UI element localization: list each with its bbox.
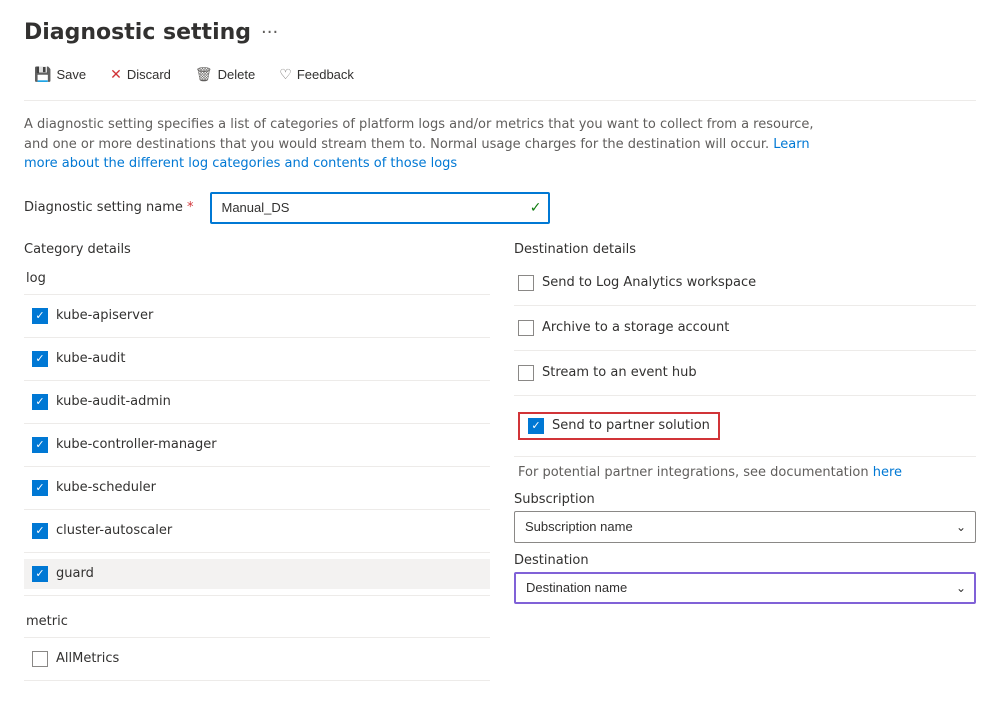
partner-solution-label: Send to partner solution <box>552 418 710 433</box>
description-text: A diagnostic setting specifies a list of… <box>24 115 824 174</box>
toolbar: 💾 Save ✕ Discard 🗑 Delete ♡ Feedback <box>24 61 976 101</box>
list-item[interactable]: cluster-autoscaler <box>24 516 490 546</box>
list-item[interactable]: kube-audit-admin <box>24 387 490 417</box>
save-icon: 💾 <box>34 66 51 83</box>
log-analytics-label: Send to Log Analytics workspace <box>542 275 756 290</box>
subscription-dropdown-wrapper: Subscription name ⌄ <box>514 511 976 543</box>
archive-storage-row[interactable]: Archive to a storage account <box>514 312 976 344</box>
partner-solution-checkbox[interactable] <box>528 418 544 434</box>
kube-audit-admin-checkbox[interactable] <box>32 394 48 410</box>
send-log-analytics-row[interactable]: Send to Log Analytics workspace <box>514 267 976 299</box>
save-button[interactable]: 💾 Save <box>24 61 96 88</box>
kube-controller-manager-checkbox[interactable] <box>32 437 48 453</box>
partner-solution-box: Send to partner solution <box>518 412 720 440</box>
more-options-button[interactable]: ··· <box>261 22 278 43</box>
cluster-autoscaler-label: cluster-autoscaler <box>56 523 172 538</box>
event-hub-checkbox[interactable] <box>518 365 534 381</box>
destination-dropdown[interactable]: Destination name <box>514 572 976 604</box>
discard-icon: ✕ <box>110 66 122 83</box>
guard-checkbox[interactable] <box>32 566 48 582</box>
send-partner-solution-row[interactable]: Send to partner solution <box>514 402 976 450</box>
feedback-button[interactable]: ♡ Feedback <box>269 61 364 88</box>
category-details-panel: Category details log kube-apiserver kube… <box>24 242 514 687</box>
destination-details-panel: Destination details Send to Log Analytic… <box>514 242 976 687</box>
kube-scheduler-checkbox[interactable] <box>32 480 48 496</box>
learn-more-link[interactable]: Learn more about the different log categ… <box>24 137 810 172</box>
destination-dropdown-wrapper: Destination name ⌄ <box>514 572 976 604</box>
destination-details-title: Destination details <box>514 242 976 257</box>
subscription-dropdown[interactable]: Subscription name <box>514 511 976 543</box>
list-item[interactable]: AllMetrics <box>24 644 490 674</box>
category-details-title: Category details <box>24 242 490 257</box>
event-hub-label: Stream to an event hub <box>542 365 697 380</box>
main-layout: Category details log kube-apiserver kube… <box>24 242 976 687</box>
storage-account-label: Archive to a storage account <box>542 320 729 335</box>
list-item[interactable]: kube-audit <box>24 344 490 374</box>
kube-apiserver-label: kube-apiserver <box>56 308 153 323</box>
kube-audit-admin-label: kube-audit-admin <box>56 394 171 409</box>
diagnostic-name-input[interactable] <box>210 192 550 224</box>
partner-note: For potential partner integrations, see … <box>518 465 972 480</box>
diagnostic-name-input-wrapper: ✓ <box>210 192 550 224</box>
kube-scheduler-label: kube-scheduler <box>56 480 156 495</box>
diagnostic-name-label: Diagnostic setting name * <box>24 200 194 215</box>
cluster-autoscaler-checkbox[interactable] <box>32 523 48 539</box>
destination-label: Destination <box>514 553 976 568</box>
list-item[interactable]: kube-apiserver <box>24 301 490 331</box>
stream-event-hub-row[interactable]: Stream to an event hub <box>514 357 976 389</box>
metric-section-title: metric <box>26 610 490 629</box>
list-item[interactable]: guard <box>24 559 490 589</box>
guard-label: guard <box>56 566 94 581</box>
kube-audit-checkbox[interactable] <box>32 351 48 367</box>
list-item[interactable]: kube-scheduler <box>24 473 490 503</box>
subscription-label: Subscription <box>514 492 976 507</box>
diagnostic-name-row: Diagnostic setting name * ✓ <box>24 192 976 224</box>
log-analytics-checkbox[interactable] <box>518 275 534 291</box>
metric-section: metric AllMetrics <box>24 610 490 681</box>
discard-button[interactable]: ✕ Discard <box>100 61 181 88</box>
storage-account-checkbox[interactable] <box>518 320 534 336</box>
allmetrics-checkbox[interactable] <box>32 651 48 667</box>
delete-button[interactable]: 🗑 Delete <box>185 61 265 88</box>
log-section-title: log <box>26 267 490 286</box>
list-item[interactable]: kube-controller-manager <box>24 430 490 460</box>
partner-docs-link[interactable]: here <box>873 465 902 480</box>
delete-icon: 🗑 <box>195 66 213 83</box>
page-header: Diagnostic setting ··· <box>24 20 976 45</box>
kube-apiserver-checkbox[interactable] <box>32 308 48 324</box>
kube-audit-label: kube-audit <box>56 351 125 366</box>
page-title: Diagnostic setting <box>24 20 251 45</box>
feedback-icon: ♡ <box>279 66 292 83</box>
valid-icon: ✓ <box>530 200 542 216</box>
allmetrics-label: AllMetrics <box>56 651 119 666</box>
kube-controller-manager-label: kube-controller-manager <box>56 437 217 452</box>
